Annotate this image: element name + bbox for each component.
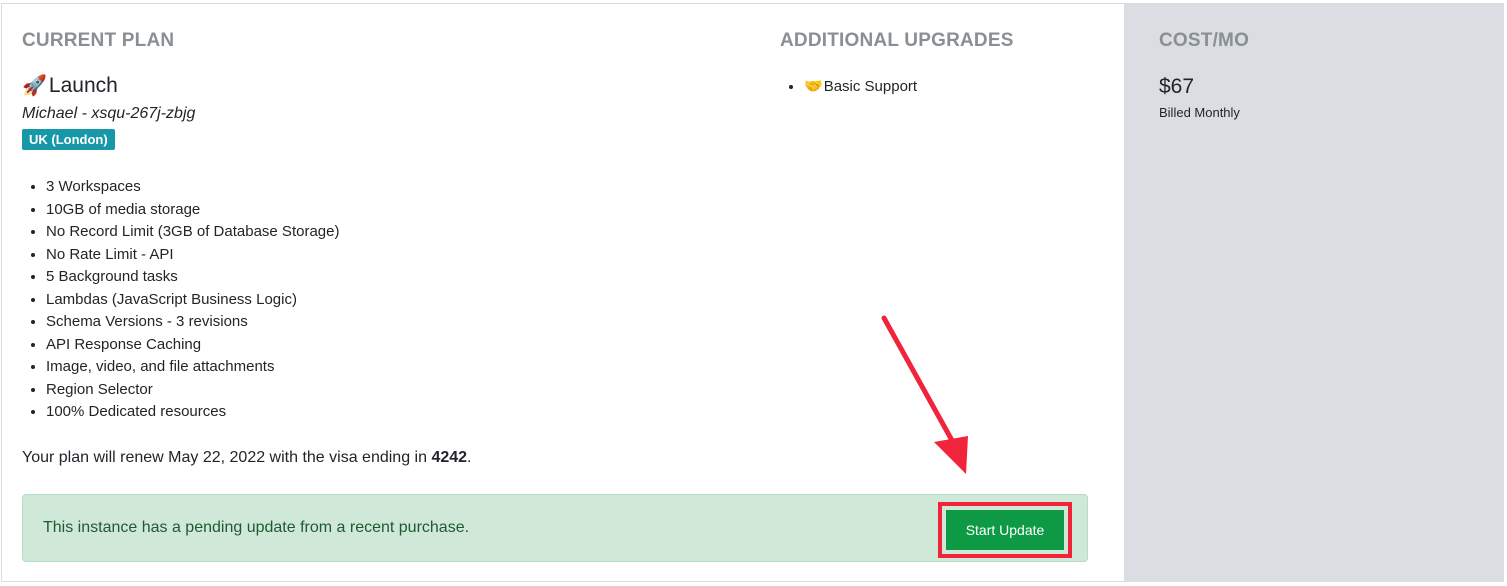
feature-item: Region Selector xyxy=(46,379,339,402)
renewal-text: Your plan will renew May 22, 2022 with t… xyxy=(22,449,432,466)
annotation-arrow-icon xyxy=(881,315,968,474)
card-last4: 4242 xyxy=(431,449,468,466)
renewal-notice: Your plan will renew May 22, 2022 with t… xyxy=(22,449,471,467)
feature-item: API Response Caching xyxy=(46,334,339,357)
feature-item: No Rate Limit - API xyxy=(46,244,339,267)
plan-card: CURRENT PLAN 🚀 Launch Michael - xsqu-267… xyxy=(1,3,1504,582)
alert-message: This instance has a pending update from … xyxy=(43,519,470,536)
plan-name: 🚀 Launch xyxy=(22,74,118,98)
feature-item: Schema Versions - 3 revisions xyxy=(46,311,339,334)
plan-name-label: Launch xyxy=(48,74,118,97)
feature-item: 3 Workspaces xyxy=(46,176,339,199)
feature-item: No Record Limit (3GB of Database Storage… xyxy=(46,221,339,244)
billing-frequency: Billed Monthly xyxy=(1159,105,1240,120)
upgrade-label: Basic Support xyxy=(823,78,918,95)
instance-name: Michael - xsqu-267j-zbjg xyxy=(22,105,196,122)
feature-item: 10GB of media storage xyxy=(46,199,339,222)
feature-list: 3 Workspaces 10GB of media storage No Re… xyxy=(22,176,339,424)
handshake-icon: 🤝 xyxy=(804,78,823,95)
feature-item: 5 Background tasks xyxy=(46,266,339,289)
monthly-price: $67 xyxy=(1159,75,1195,98)
feature-item: Image, video, and file attachments xyxy=(46,356,339,379)
upgrade-item: 🤝Basic Support xyxy=(804,76,917,98)
pending-update-alert: This instance has a pending update from … xyxy=(22,494,1088,562)
region-badge: UK (London) xyxy=(22,129,115,150)
current-plan-heading: CURRENT PLAN xyxy=(22,30,175,51)
feature-item: 100% Dedicated resources xyxy=(46,401,339,424)
feature-item: Lambdas (JavaScript Business Logic) xyxy=(46,289,339,312)
button-highlight: Start Update xyxy=(938,502,1072,558)
cost-heading: COST/MO xyxy=(1159,30,1250,51)
upgrades-list: 🤝Basic Support xyxy=(780,76,917,98)
renewal-suffix: . xyxy=(467,449,472,466)
start-update-button[interactable]: Start Update xyxy=(946,510,1064,550)
additional-upgrades-heading: ADDITIONAL UPGRADES xyxy=(780,30,1014,51)
rocket-icon: 🚀 xyxy=(22,75,47,97)
